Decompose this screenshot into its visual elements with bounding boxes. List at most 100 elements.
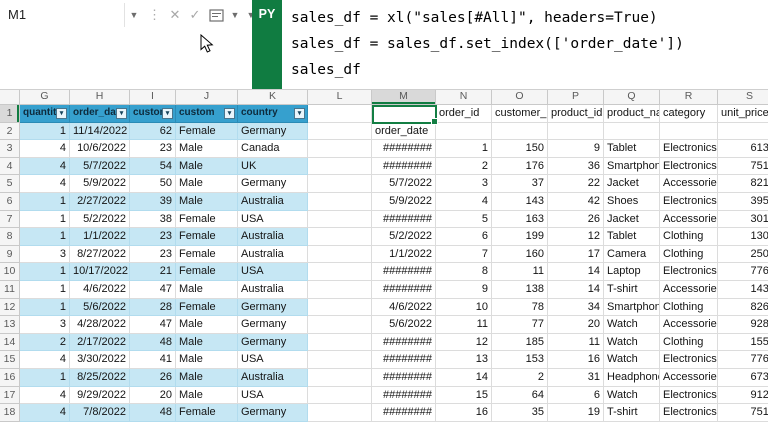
cell[interactable]: Electronics (660, 351, 718, 369)
cell[interactable]: 673.7 (718, 369, 768, 387)
cell[interactable] (308, 263, 372, 281)
cell[interactable]: 16 (548, 351, 604, 369)
cell[interactable]: 5/9/2022 (70, 175, 130, 193)
cell[interactable]: Male (176, 175, 238, 193)
cell[interactable]: 1/1/2022 (372, 246, 436, 264)
cell[interactable] (308, 105, 372, 123)
cell[interactable]: ######## (372, 387, 436, 405)
cell[interactable]: Electronics (660, 140, 718, 158)
cell[interactable]: Female (176, 246, 238, 264)
cell[interactable]: custome▾ (130, 105, 176, 123)
cell[interactable]: country▾ (238, 105, 308, 123)
cell[interactable]: 4/28/2022 (70, 316, 130, 334)
cell[interactable]: Clothing (660, 299, 718, 317)
cell[interactable]: 821.8 (718, 175, 768, 193)
row-header[interactable]: 2 (0, 123, 20, 141)
cell[interactable]: ######## (372, 263, 436, 281)
cell[interactable]: 5/6/2022 (372, 316, 436, 334)
cell[interactable]: 78 (492, 299, 548, 317)
cell[interactable] (308, 228, 372, 246)
cell[interactable]: Germany (238, 299, 308, 317)
cell[interactable]: 176 (492, 158, 548, 176)
cell[interactable]: 35 (492, 404, 548, 422)
cell[interactable]: 8/27/2022 (70, 246, 130, 264)
cell[interactable]: order_dat▾ (70, 105, 130, 123)
column-header[interactable]: G (20, 89, 70, 105)
cell[interactable]: 4 (20, 351, 70, 369)
cell[interactable]: Electronics (660, 404, 718, 422)
cell[interactable]: Female (176, 228, 238, 246)
cell[interactable]: 155.3 (718, 334, 768, 352)
cell[interactable]: 62 (130, 123, 176, 141)
cell[interactable]: 928.4 (718, 316, 768, 334)
cell[interactable]: Germany (238, 334, 308, 352)
cell[interactable]: Smartphone (604, 158, 660, 176)
cell[interactable]: 9 (548, 140, 604, 158)
cell[interactable] (308, 351, 372, 369)
cell[interactable]: 185 (492, 334, 548, 352)
cell[interactable]: Clothing (660, 334, 718, 352)
cell[interactable] (492, 123, 548, 141)
cell[interactable]: 23 (130, 228, 176, 246)
cell[interactable]: 10/6/2022 (70, 140, 130, 158)
cell[interactable]: 250.9 (718, 246, 768, 264)
cell[interactable]: Watch (604, 316, 660, 334)
cell[interactable]: Accessories (660, 281, 718, 299)
cell[interactable]: Watch (604, 387, 660, 405)
row-header[interactable]: 18 (0, 404, 20, 422)
cell[interactable]: 47 (130, 281, 176, 299)
cell[interactable]: 11/14/2022 (70, 123, 130, 141)
cell[interactable]: Australia (238, 228, 308, 246)
cell[interactable]: Germany (238, 123, 308, 141)
cell[interactable] (308, 387, 372, 405)
row-header[interactable]: 10 (0, 263, 20, 281)
cell[interactable]: 163 (492, 211, 548, 229)
row-header[interactable]: 9 (0, 246, 20, 264)
select-all-corner[interactable] (0, 89, 20, 105)
cell[interactable]: 8/25/2022 (70, 369, 130, 387)
cell[interactable] (660, 123, 718, 141)
cell[interactable]: 47 (130, 316, 176, 334)
cell[interactable]: 160 (492, 246, 548, 264)
cell[interactable]: Male (176, 281, 238, 299)
cell[interactable]: 3 (20, 316, 70, 334)
cell[interactable]: Clothing (660, 228, 718, 246)
cell[interactable]: Australia (238, 193, 308, 211)
cell[interactable]: 143 (492, 193, 548, 211)
cell[interactable]: 130.0 (718, 228, 768, 246)
cell[interactable]: 21 (130, 263, 176, 281)
row-header[interactable]: 1 (0, 105, 20, 123)
cell[interactable]: 23 (130, 140, 176, 158)
cell[interactable]: 138 (492, 281, 548, 299)
cell[interactable]: 5/7/2022 (70, 158, 130, 176)
cell[interactable] (308, 404, 372, 422)
cell[interactable]: 28 (130, 299, 176, 317)
filter-button[interactable]: ▾ (294, 108, 305, 119)
cell[interactable]: 751.4 (718, 404, 768, 422)
cell[interactable]: Tablet (604, 228, 660, 246)
cell[interactable]: 4/6/2022 (70, 281, 130, 299)
cell[interactable]: 34 (548, 299, 604, 317)
filter-button[interactable]: ▾ (224, 108, 235, 119)
cell[interactable]: 1 (20, 228, 70, 246)
cell[interactable]: Male (176, 158, 238, 176)
cell[interactable]: 5/2/2022 (372, 228, 436, 246)
cell[interactable]: 1 (436, 140, 492, 158)
cell[interactable] (436, 123, 492, 141)
cell[interactable]: 36 (548, 158, 604, 176)
cell[interactable]: Smartphone (604, 299, 660, 317)
cell[interactable]: Electronics (660, 263, 718, 281)
cell[interactable]: Electronics (660, 193, 718, 211)
cell[interactable]: 12 (548, 228, 604, 246)
cell[interactable]: 39 (130, 193, 176, 211)
cell[interactable] (372, 105, 436, 123)
cell[interactable]: ######## (372, 211, 436, 229)
cell[interactable]: 4 (20, 158, 70, 176)
cell[interactable]: Electronics (660, 387, 718, 405)
cell[interactable]: 4 (436, 193, 492, 211)
filter-button[interactable]: ▾ (116, 108, 127, 119)
cell[interactable]: Male (176, 387, 238, 405)
cell[interactable] (718, 123, 768, 141)
cell[interactable]: Jacket (604, 175, 660, 193)
cell[interactable]: 17 (548, 246, 604, 264)
